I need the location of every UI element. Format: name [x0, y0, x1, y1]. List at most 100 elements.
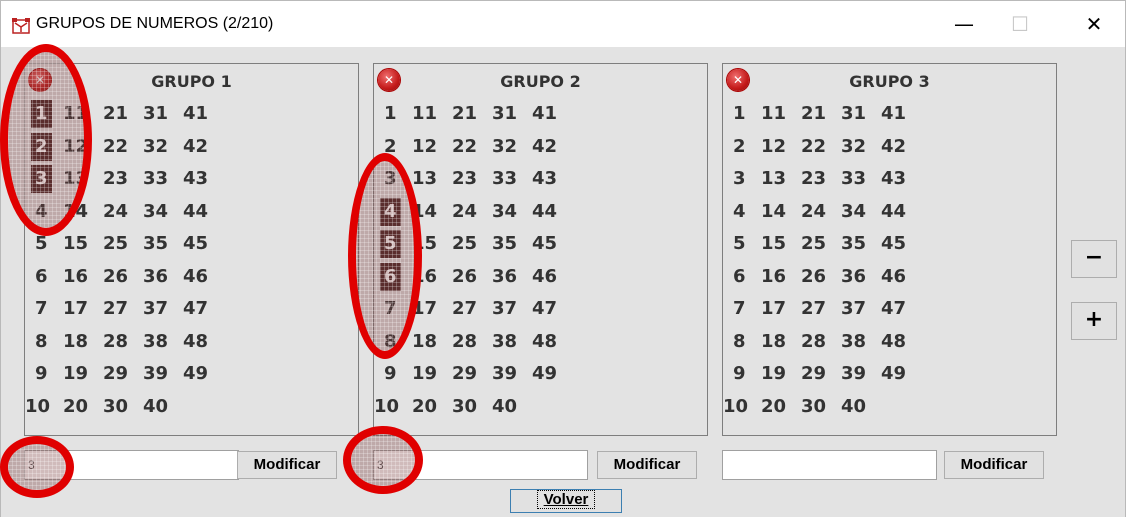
number-cell-29[interactable]: 29 [801, 360, 826, 388]
number-cell-10[interactable]: 10 [25, 393, 50, 421]
number-cell-34[interactable]: 34 [492, 198, 517, 226]
number-cell-9[interactable]: 9 [35, 360, 48, 388]
number-cell-30[interactable]: 30 [103, 393, 128, 421]
number-cell-22[interactable]: 22 [452, 133, 477, 161]
number-cell-21[interactable]: 21 [801, 100, 826, 128]
number-cell-30[interactable]: 30 [452, 393, 477, 421]
number-cell-26[interactable]: 26 [452, 263, 477, 291]
number-cell-38[interactable]: 38 [492, 328, 517, 356]
number-cell-41[interactable]: 41 [881, 100, 906, 128]
number-cell-9[interactable]: 9 [733, 360, 746, 388]
number-cell-10[interactable]: 10 [723, 393, 748, 421]
number-cell-1[interactable]: 1 [733, 100, 746, 128]
number-cell-8[interactable]: 8 [733, 328, 746, 356]
number-cell-30[interactable]: 30 [801, 393, 826, 421]
number-cell-44[interactable]: 44 [183, 198, 208, 226]
number-cell-8[interactable]: 8 [35, 328, 48, 356]
modificar-button[interactable]: Modificar [237, 451, 337, 479]
number-cell-23[interactable]: 23 [103, 165, 128, 193]
number-cell-24[interactable]: 24 [103, 198, 128, 226]
number-cell-42[interactable]: 42 [183, 133, 208, 161]
number-cell-14[interactable]: 14 [761, 198, 786, 226]
number-cell-40[interactable]: 40 [841, 393, 866, 421]
number-cell-18[interactable]: 18 [412, 328, 437, 356]
number-cell-49[interactable]: 49 [532, 360, 557, 388]
number-cell-37[interactable]: 37 [492, 295, 517, 323]
number-cell-19[interactable]: 19 [63, 360, 88, 388]
number-cell-15[interactable]: 15 [761, 230, 786, 258]
number-cell-49[interactable]: 49 [183, 360, 208, 388]
number-cell-33[interactable]: 33 [841, 165, 866, 193]
number-cell-40[interactable]: 40 [492, 393, 517, 421]
number-cell-17[interactable]: 17 [63, 295, 88, 323]
number-cell-41[interactable]: 41 [532, 100, 557, 128]
number-cell-25[interactable]: 25 [801, 230, 826, 258]
number-cell-43[interactable]: 43 [881, 165, 906, 193]
number-cell-20[interactable]: 20 [761, 393, 786, 421]
number-cell-36[interactable]: 36 [841, 263, 866, 291]
number-cell-42[interactable]: 42 [532, 133, 557, 161]
number-cell-46[interactable]: 46 [881, 263, 906, 291]
number-cell-34[interactable]: 34 [143, 198, 168, 226]
number-cell-26[interactable]: 26 [103, 263, 128, 291]
number-cell-16[interactable]: 16 [761, 263, 786, 291]
number-cell-37[interactable]: 37 [841, 295, 866, 323]
number-cell-25[interactable]: 25 [452, 230, 477, 258]
number-cell-44[interactable]: 44 [881, 198, 906, 226]
number-cell-39[interactable]: 39 [841, 360, 866, 388]
remove-group-button[interactable]: − [1071, 240, 1117, 278]
number-cell-18[interactable]: 18 [63, 328, 88, 356]
number-cell-37[interactable]: 37 [143, 295, 168, 323]
modificar-button[interactable]: Modificar [944, 451, 1044, 479]
number-cell-19[interactable]: 19 [761, 360, 786, 388]
number-cell-29[interactable]: 29 [452, 360, 477, 388]
number-cell-22[interactable]: 22 [801, 133, 826, 161]
number-cell-21[interactable]: 21 [452, 100, 477, 128]
number-cell-23[interactable]: 23 [801, 165, 826, 193]
number-cell-41[interactable]: 41 [183, 100, 208, 128]
number-cell-34[interactable]: 34 [841, 198, 866, 226]
number-cell-45[interactable]: 45 [183, 230, 208, 258]
number-cell-47[interactable]: 47 [881, 295, 906, 323]
maximize-button[interactable]: ☐ [997, 1, 1043, 47]
number-cell-36[interactable]: 36 [143, 263, 168, 291]
number-cell-6[interactable]: 6 [733, 263, 746, 291]
number-cell-33[interactable]: 33 [143, 165, 168, 193]
number-cell-32[interactable]: 32 [143, 133, 168, 161]
volver-button[interactable]: Volver [510, 489, 622, 513]
number-cell-43[interactable]: 43 [532, 165, 557, 193]
number-cell-40[interactable]: 40 [143, 393, 168, 421]
number-cell-43[interactable]: 43 [183, 165, 208, 193]
number-cell-46[interactable]: 46 [183, 263, 208, 291]
number-cell-45[interactable]: 45 [532, 230, 557, 258]
close-button[interactable]: ✕ [1071, 1, 1117, 47]
number-cell-39[interactable]: 39 [143, 360, 168, 388]
number-cell-28[interactable]: 28 [452, 328, 477, 356]
number-cell-38[interactable]: 38 [841, 328, 866, 356]
number-cell-3[interactable]: 3 [733, 165, 746, 193]
number-cell-27[interactable]: 27 [103, 295, 128, 323]
number-cell-12[interactable]: 12 [412, 133, 437, 161]
number-cell-10[interactable]: 10 [374, 393, 399, 421]
number-cell-20[interactable]: 20 [412, 393, 437, 421]
number-cell-11[interactable]: 11 [761, 100, 786, 128]
number-cell-18[interactable]: 18 [761, 328, 786, 356]
number-cell-49[interactable]: 49 [881, 360, 906, 388]
number-cell-7[interactable]: 7 [35, 295, 48, 323]
number-cell-15[interactable]: 15 [63, 230, 88, 258]
minimize-button[interactable]: — [941, 1, 987, 47]
number-cell-29[interactable]: 29 [103, 360, 128, 388]
number-cell-7[interactable]: 7 [733, 295, 746, 323]
number-cell-12[interactable]: 12 [761, 133, 786, 161]
number-cell-28[interactable]: 28 [801, 328, 826, 356]
number-cell-20[interactable]: 20 [63, 393, 88, 421]
modificar-button[interactable]: Modificar [597, 451, 697, 479]
number-cell-36[interactable]: 36 [492, 263, 517, 291]
number-cell-48[interactable]: 48 [881, 328, 906, 356]
number-cell-35[interactable]: 35 [841, 230, 866, 258]
number-cell-48[interactable]: 48 [532, 328, 557, 356]
number-cell-1[interactable]: 1 [384, 100, 397, 128]
number-cell-16[interactable]: 16 [63, 263, 88, 291]
number-cell-31[interactable]: 31 [492, 100, 517, 128]
number-cell-23[interactable]: 23 [452, 165, 477, 193]
